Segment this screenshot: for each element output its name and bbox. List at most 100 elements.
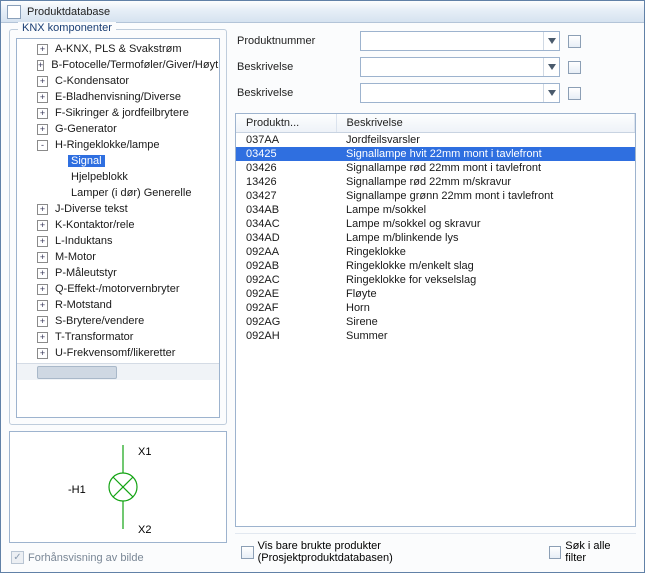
- table-row[interactable]: 037AAJordfeilsvarsler: [236, 133, 635, 148]
- tree-node[interactable]: + T-Transformator: [19, 329, 217, 345]
- tree-node-label[interactable]: Lamper (i dør) Generelle: [68, 187, 194, 199]
- table-row[interactable]: 092AHSummer: [236, 329, 635, 343]
- tree-node-label[interactable]: U-Frekvensomf/likeretter: [52, 347, 178, 359]
- expand-icon[interactable]: +: [37, 332, 48, 343]
- tree-node-label[interactable]: J-Diverse tekst: [52, 203, 131, 215]
- tree-node-label[interactable]: P-Måleutstyr: [52, 267, 120, 279]
- tree-node[interactable]: + G-Generator: [19, 121, 217, 137]
- table-row[interactable]: 03427Signallampe grønn 22mm mont i tavle…: [236, 189, 635, 203]
- titlebar[interactable]: Produktdatabase: [1, 1, 644, 23]
- table-row[interactable]: 092AEFløyte: [236, 287, 635, 301]
- tree-node-label[interactable]: F-Sikringer & jordfeilbrytere: [52, 107, 192, 119]
- table-row[interactable]: 092AARingeklokke: [236, 245, 635, 259]
- tree-node-label[interactable]: S-Brytere/vendere: [52, 315, 147, 327]
- tree-node[interactable]: + R-Motstand: [19, 297, 217, 313]
- table-row[interactable]: 034ACLampe m/sokkel og skravur: [236, 217, 635, 231]
- description1-combo[interactable]: [360, 57, 560, 77]
- tree-node-label[interactable]: G-Generator: [52, 123, 120, 135]
- tree-node-label[interactable]: E-Bladhenvisning/Diverse: [52, 91, 184, 103]
- chevron-down-icon[interactable]: [543, 84, 559, 102]
- table-row[interactable]: 092ACRingeklokke for vekselslag: [236, 273, 635, 287]
- productnumber-combo[interactable]: [360, 31, 560, 51]
- tree-node[interactable]: + U-Frekvensomf/likeretter: [19, 345, 217, 361]
- only-used-checkbox[interactable]: [241, 546, 254, 559]
- expand-icon[interactable]: +: [37, 316, 48, 327]
- expand-icon[interactable]: +: [37, 92, 48, 103]
- cell-description: Lampe m/sokkel og skravur: [336, 217, 635, 231]
- tree-node[interactable]: + E-Bladhenvisning/Diverse: [19, 89, 217, 105]
- tree-node-label[interactable]: K-Kontaktor/rele: [52, 219, 137, 231]
- tree-node[interactable]: + K-Kontaktor/rele: [19, 217, 217, 233]
- table-row[interactable]: 092AFHorn: [236, 301, 635, 315]
- expand-icon[interactable]: +: [37, 76, 48, 87]
- table-row[interactable]: 03426Signallampe rød 22mm mont i tavlefr…: [236, 161, 635, 175]
- tree-node[interactable]: + Q-Effekt-/motorvernbryter: [19, 281, 217, 297]
- table-row[interactable]: 092AGSirene: [236, 315, 635, 329]
- tree-node-label[interactable]: R-Motstand: [52, 299, 115, 311]
- scrollbar-thumb[interactable]: [37, 366, 117, 379]
- tree-node[interactable]: + B-Fotocelle/Termoføler/Giver/Høyt: [19, 57, 217, 73]
- tree-node-label[interactable]: A-KNX, PLS & Svakstrøm: [52, 43, 185, 55]
- tree-node[interactable]: Signal: [19, 153, 217, 169]
- only-used-row[interactable]: Vis bare brukte produkter (Prosjektprodu…: [239, 538, 511, 564]
- tree-node[interactable]: Hjelpeblokk: [19, 169, 217, 185]
- expand-icon[interactable]: +: [37, 220, 48, 231]
- chevron-down-icon[interactable]: [543, 58, 559, 76]
- expand-icon[interactable]: +: [37, 44, 48, 55]
- tree-node[interactable]: + P-Måleutstyr: [19, 265, 217, 281]
- cell-productnumber: 092AA: [236, 245, 336, 259]
- tree-node-label[interactable]: L-Induktans: [52, 235, 115, 247]
- expand-icon[interactable]: +: [37, 204, 48, 215]
- product-table[interactable]: Produktn... Beskrivelse 037AAJordfeilsva…: [235, 113, 636, 527]
- table-row[interactable]: 034ABLampe m/sokkel: [236, 203, 635, 217]
- description1-filter-checkbox[interactable]: [568, 61, 581, 74]
- tree-node[interactable]: -H-Ringeklokke/lampe: [19, 137, 217, 153]
- expand-icon[interactable]: +: [37, 300, 48, 311]
- tree-node-label[interactable]: Hjelpeblokk: [68, 171, 131, 183]
- tree-node-label[interactable]: H-Ringeklokke/lampe: [52, 139, 163, 151]
- table-row[interactable]: 13426Signallampe rød 22mm m/skravur: [236, 175, 635, 189]
- table-row[interactable]: 092ABRingeklokke m/enkelt slag: [236, 259, 635, 273]
- description2-filter-checkbox[interactable]: [568, 87, 581, 100]
- cell-description: Lampe m/sokkel: [336, 203, 635, 217]
- expand-icon[interactable]: +: [37, 252, 48, 263]
- expand-icon[interactable]: +: [37, 60, 44, 71]
- collapse-icon[interactable]: -: [37, 140, 48, 151]
- table-header-row[interactable]: Produktn... Beskrivelse: [236, 114, 635, 133]
- productnumber-filter-checkbox[interactable]: [568, 35, 581, 48]
- tree-node[interactable]: Lamper (i dør) Generelle: [19, 185, 217, 201]
- tree-node[interactable]: + A-KNX, PLS & Svakstrøm: [19, 41, 217, 57]
- expand-icon[interactable]: +: [37, 108, 48, 119]
- component-tree[interactable]: +A-KNX, PLS & Svakstrøm+B-Fotocelle/Term…: [16, 38, 220, 418]
- expand-icon[interactable]: +: [37, 348, 48, 359]
- expand-icon[interactable]: +: [37, 284, 48, 295]
- col-productnumber[interactable]: Produktn...: [236, 114, 336, 133]
- tree-horizontal-scrollbar[interactable]: [17, 363, 219, 380]
- expand-icon[interactable]: +: [37, 236, 48, 247]
- tree-node-label[interactable]: C-Kondensator: [52, 75, 132, 87]
- tree-node[interactable]: + J-Diverse tekst: [19, 201, 217, 217]
- preview-checkbox[interactable]: [11, 551, 24, 564]
- tree-node-label[interactable]: Q-Effekt-/motorvernbryter: [52, 283, 183, 295]
- tree-node-label[interactable]: M-Motor: [52, 251, 99, 263]
- search-all-row[interactable]: Søk i alle filter: [547, 538, 632, 564]
- tree-node[interactable]: + L-Induktans: [19, 233, 217, 249]
- preview-checkbox-row[interactable]: Forhånsvisning av bilde: [9, 549, 227, 564]
- tree-node-label[interactable]: Signal: [68, 155, 105, 167]
- left-column: KNX komponenter +A-KNX, PLS & Svakstrøm+…: [9, 29, 227, 564]
- tree-node[interactable]: + M-Motor: [19, 249, 217, 265]
- expand-icon[interactable]: +: [37, 268, 48, 279]
- tree-node[interactable]: + S-Brytere/vendere: [19, 313, 217, 329]
- search-all-checkbox[interactable]: [549, 546, 562, 559]
- app-icon: [7, 5, 21, 19]
- description2-combo[interactable]: [360, 83, 560, 103]
- table-row[interactable]: 034ADLampe m/blinkende lys: [236, 231, 635, 245]
- tree-node-label[interactable]: B-Fotocelle/Termoføler/Giver/Høyt: [48, 59, 220, 71]
- tree-node[interactable]: + C-Kondensator: [19, 73, 217, 89]
- col-description[interactable]: Beskrivelse: [336, 114, 635, 133]
- expand-icon[interactable]: +: [37, 124, 48, 135]
- chevron-down-icon[interactable]: [543, 32, 559, 50]
- tree-node-label[interactable]: T-Transformator: [52, 331, 136, 343]
- table-row[interactable]: 03425Signallampe hvit 22mm mont i tavlef…: [236, 147, 635, 161]
- tree-node[interactable]: + F-Sikringer & jordfeilbrytere: [19, 105, 217, 121]
